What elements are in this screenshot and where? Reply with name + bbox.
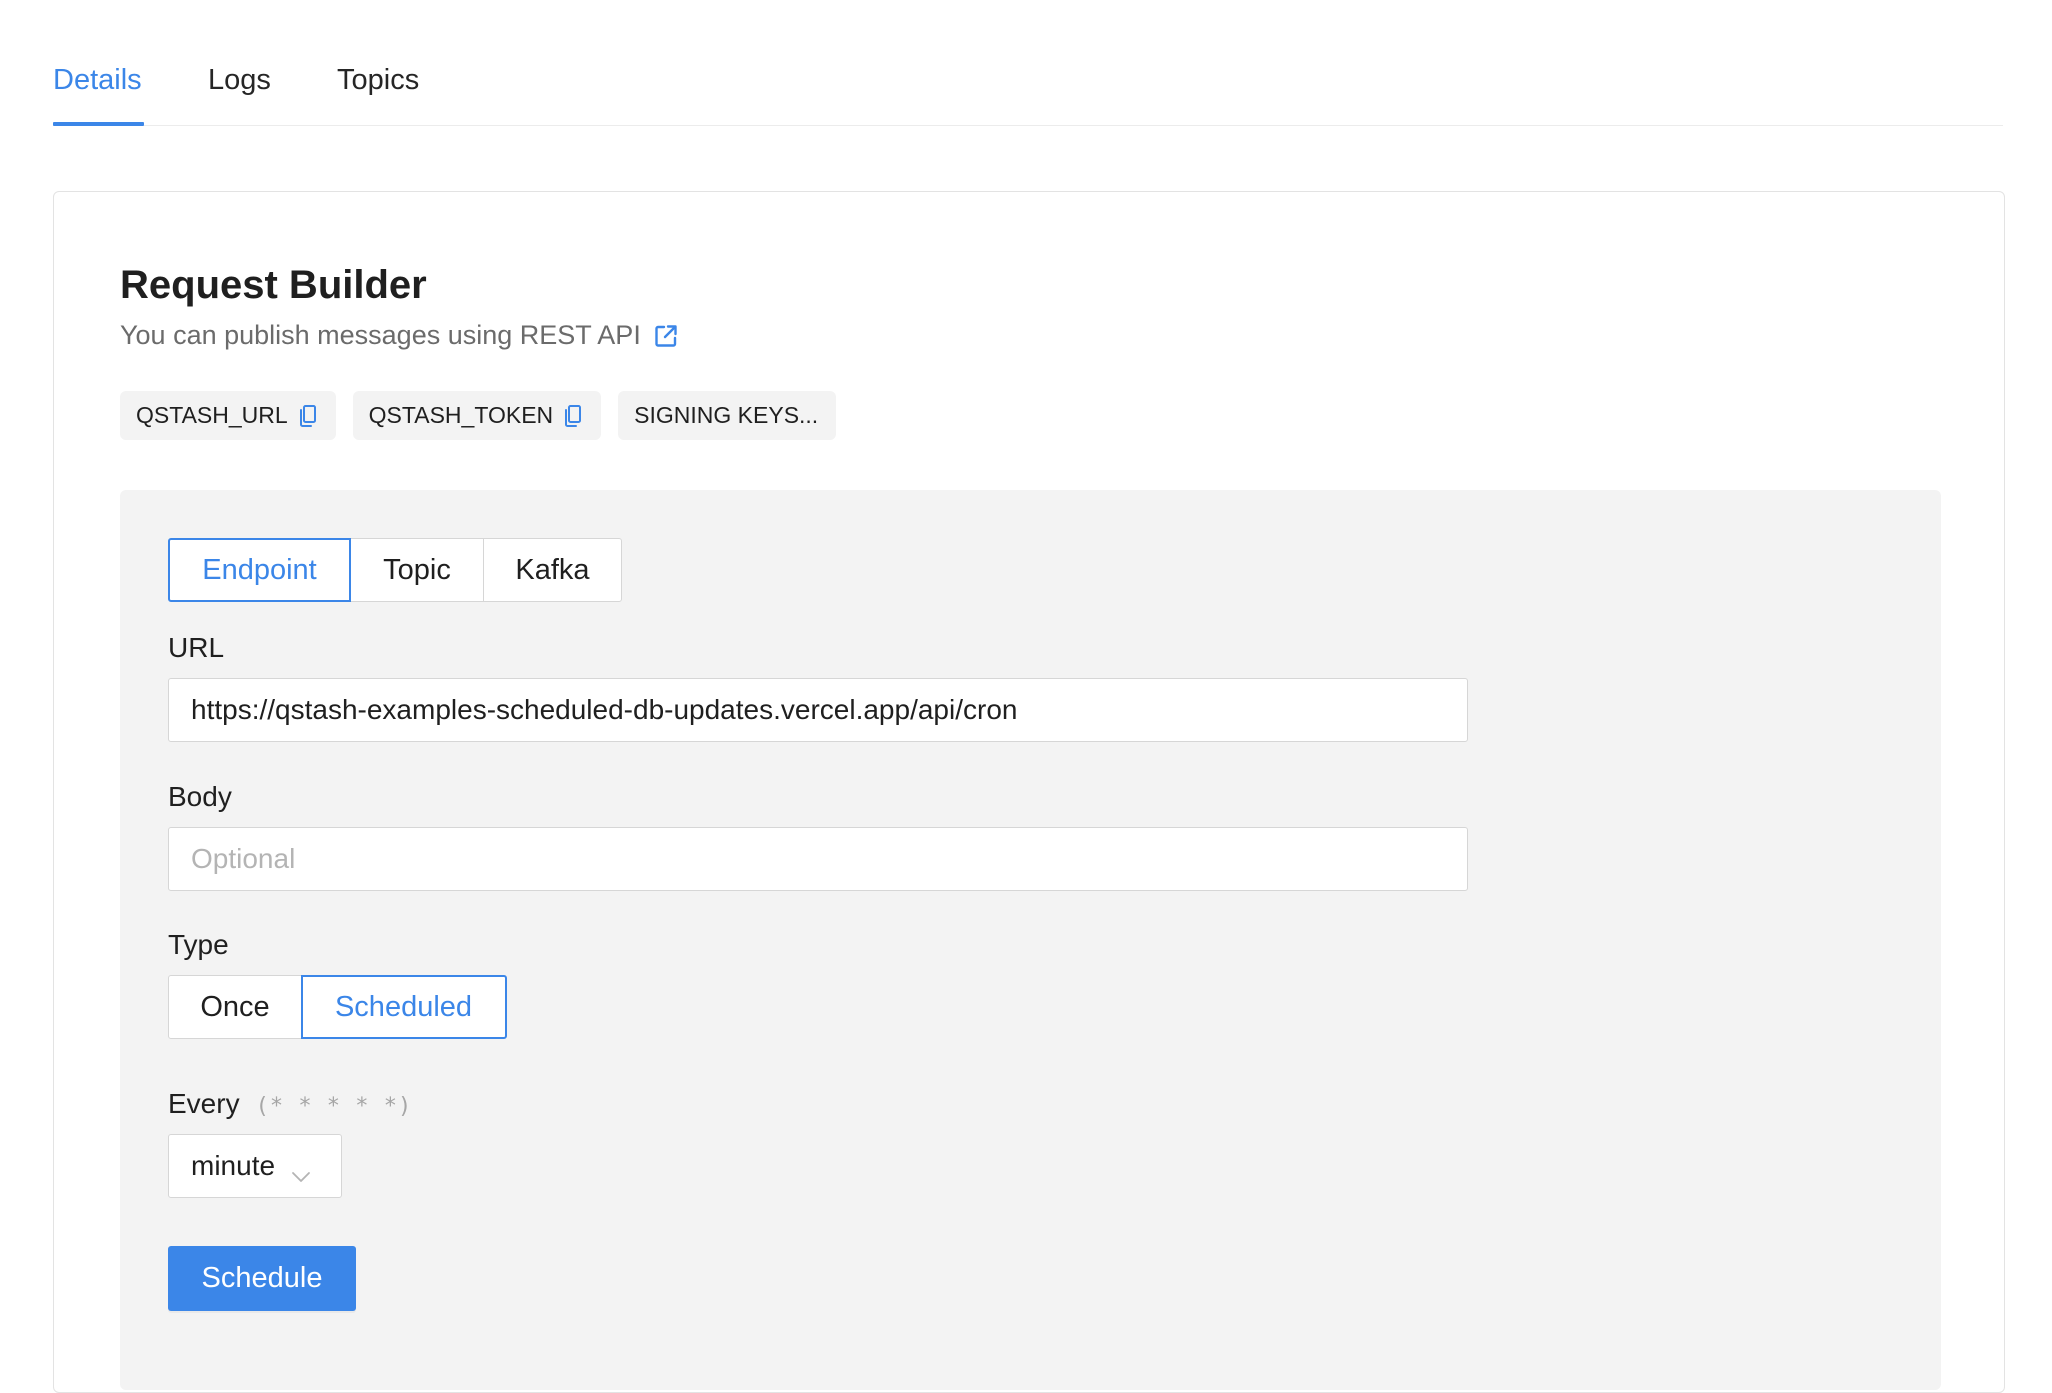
credential-chips: QSTASH_URL QSTASH_TOKEN SIGNING KEYS... bbox=[120, 391, 853, 440]
chip-label: QSTASH_TOKEN bbox=[368, 402, 554, 428]
cron-hint: (* * * * *) bbox=[255, 1094, 413, 1119]
url-label: URL bbox=[168, 632, 225, 663]
request-builder-card: Request Builder You can publish messages… bbox=[53, 191, 2005, 1393]
every-select-value: minute bbox=[191, 1150, 276, 1181]
chevron-down-icon bbox=[291, 1159, 311, 1182]
subtitle-text: You can publish messages using REST API bbox=[120, 320, 641, 350]
chip-label: QSTASH_URL bbox=[136, 402, 288, 428]
schedule-button[interactable]: Schedule bbox=[168, 1246, 356, 1311]
page-title: Request Builder bbox=[120, 263, 427, 307]
destination-kafka-button[interactable]: Kafka bbox=[483, 538, 622, 602]
every-select[interactable]: minute bbox=[168, 1134, 342, 1198]
type-scheduled-button[interactable]: Scheduled bbox=[300, 975, 507, 1039]
tab-topics[interactable]: Topics bbox=[337, 62, 419, 98]
copy-icon[interactable] bbox=[563, 404, 583, 428]
destination-toggle: Endpoint Topic Kafka bbox=[168, 538, 622, 602]
url-input[interactable] bbox=[168, 678, 1468, 742]
subtitle: You can publish messages using REST API bbox=[120, 317, 679, 353]
copy-icon[interactable] bbox=[298, 404, 318, 428]
tab-details[interactable]: Details bbox=[53, 62, 142, 98]
tab-bar: Details Logs Topics bbox=[53, 0, 2003, 126]
active-tab-indicator bbox=[53, 122, 144, 126]
chip-label: SIGNING KEYS... bbox=[634, 402, 819, 428]
body-input[interactable] bbox=[168, 827, 1468, 891]
body-label: Body bbox=[168, 781, 232, 812]
external-link-icon[interactable] bbox=[653, 322, 679, 348]
destination-endpoint-button[interactable]: Endpoint bbox=[168, 538, 351, 602]
type-label: Type bbox=[168, 929, 229, 960]
type-once-button[interactable]: Once bbox=[168, 975, 302, 1039]
destination-topic-button[interactable]: Topic bbox=[349, 538, 485, 602]
type-toggle: Once Scheduled bbox=[168, 975, 507, 1039]
qstash-url-chip[interactable]: QSTASH_URL bbox=[120, 391, 336, 440]
request-form-panel: Endpoint Topic Kafka URL Body Type Once … bbox=[120, 490, 1941, 1390]
every-label-row: Every (* * * * *) bbox=[168, 1087, 412, 1124]
tab-logs[interactable]: Logs bbox=[208, 62, 271, 98]
every-label: Every bbox=[168, 1088, 240, 1119]
signing-keys-chip[interactable]: SIGNING KEYS... bbox=[618, 391, 837, 440]
qstash-token-chip[interactable]: QSTASH_TOKEN bbox=[352, 391, 602, 440]
